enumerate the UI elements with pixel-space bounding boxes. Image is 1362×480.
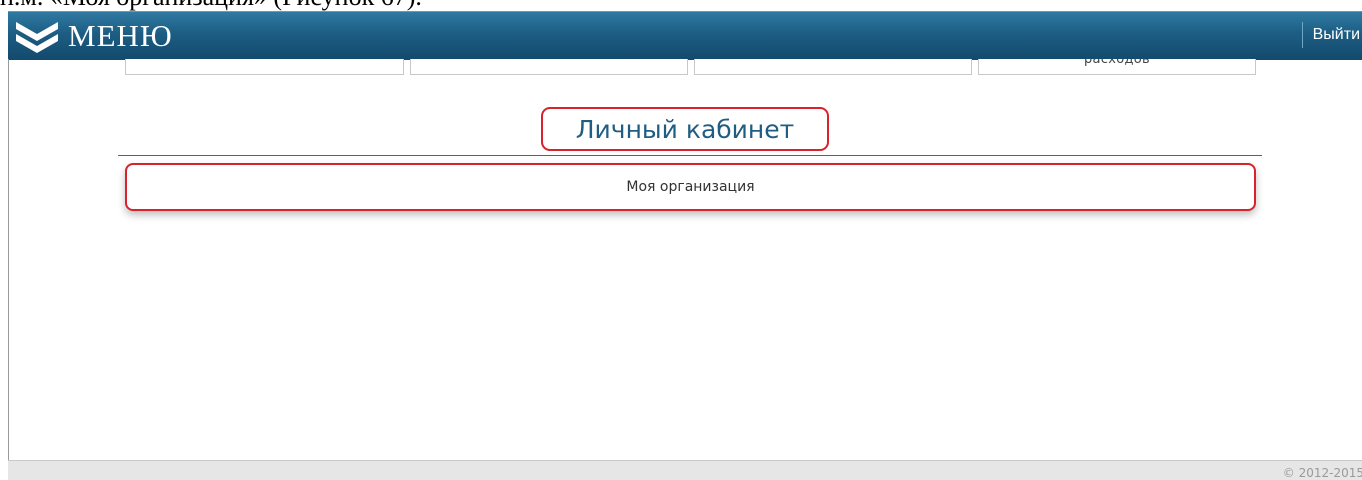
menu-tile[interactable] (694, 59, 972, 75)
section-title: Личный кабинет (575, 114, 795, 144)
section-title-highlight: Личный кабинет (541, 107, 829, 151)
logout-link[interactable]: Выйти (1301, 22, 1362, 48)
menu-tile[interactable] (125, 59, 404, 75)
menu-tile-label: расходов (1083, 59, 1151, 67)
double-chevron-down-icon (12, 16, 62, 56)
menu-item-my-organization[interactable]: Моя организация (125, 163, 1256, 211)
menu-label: МЕНЮ (68, 18, 173, 53)
menu-tile[interactable] (410, 59, 688, 75)
footer: © 2012-2015 (8, 460, 1362, 480)
menu-item-label: Моя организация (626, 179, 755, 195)
menu-tiles-row: расходов (0, 59, 1362, 77)
section-divider (118, 155, 1262, 156)
copyright-text: © 2012-2015 (1282, 466, 1362, 480)
menu-tile[interactable]: расходов (978, 59, 1256, 75)
menu-button[interactable]: МЕНЮ (8, 12, 173, 60)
page-border (8, 59, 9, 460)
top-bar: МЕНЮ Выйти (8, 11, 1362, 60)
